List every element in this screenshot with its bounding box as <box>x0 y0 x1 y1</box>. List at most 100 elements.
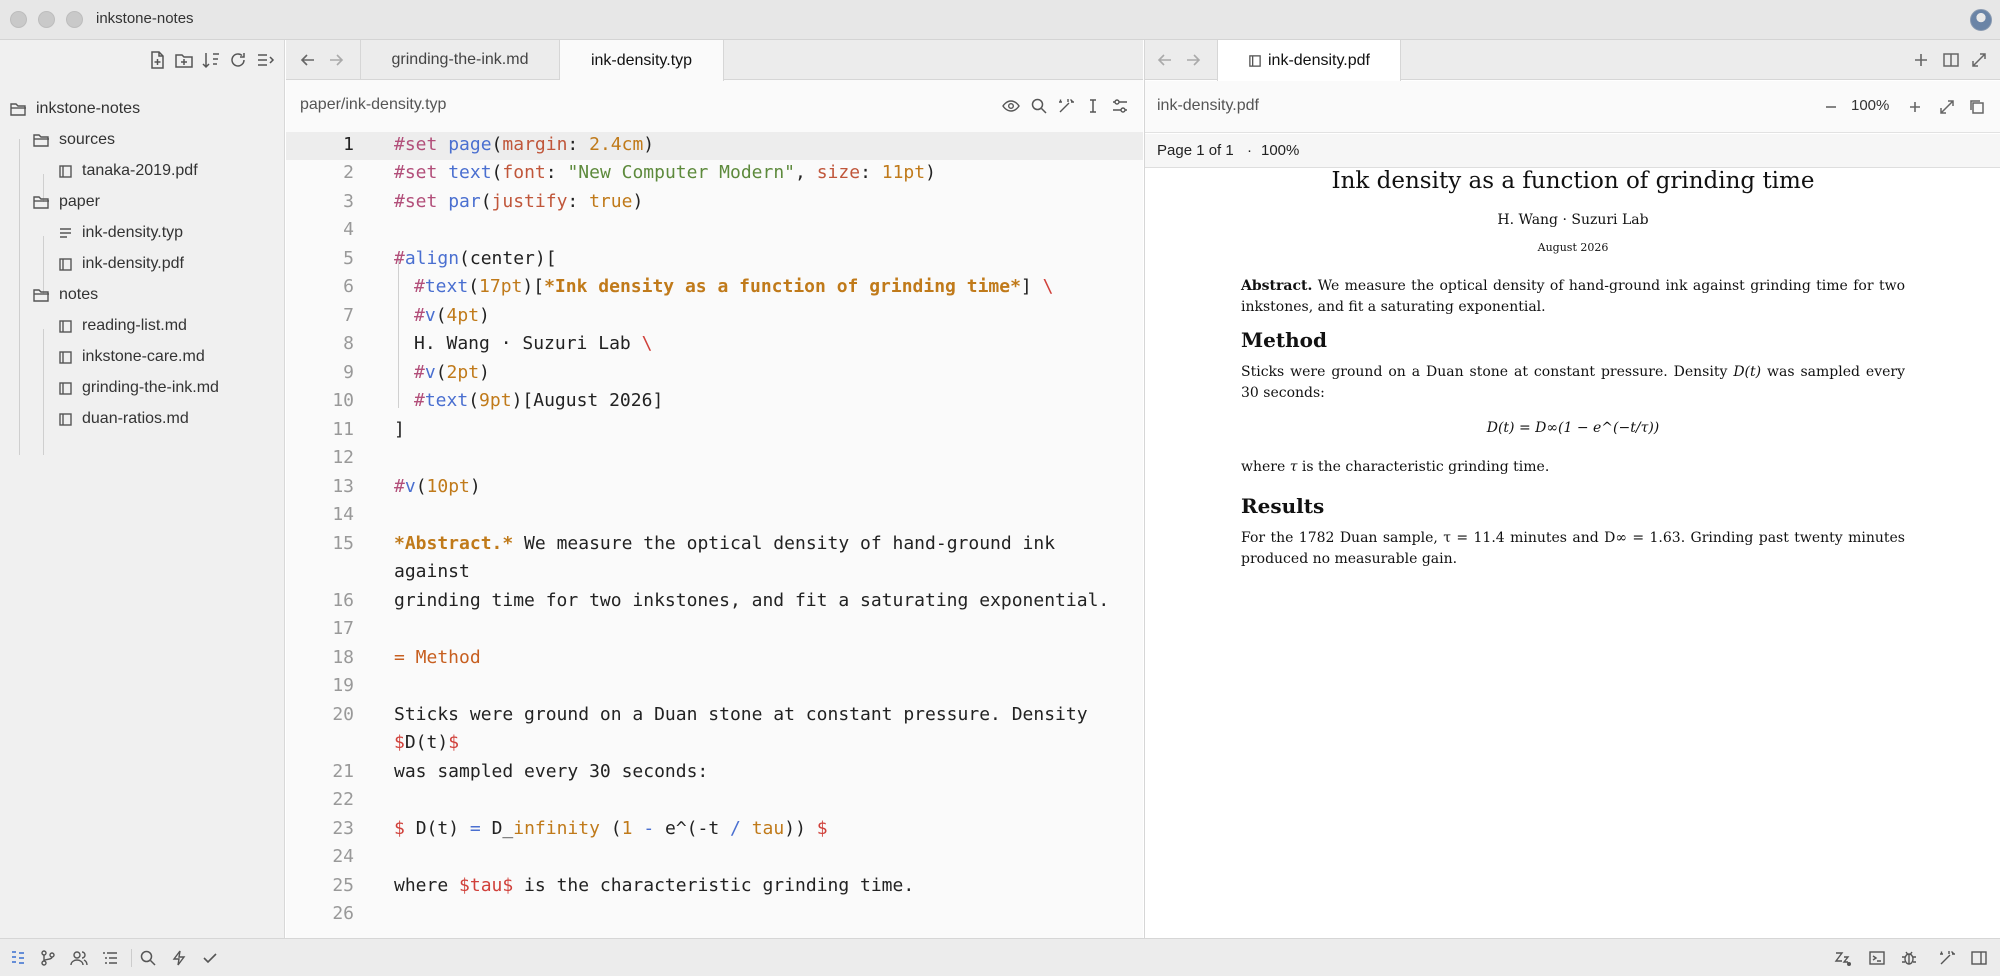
code-area[interactable]: 1 2 3 4 5 6 7 8 9 10 11 12 13 14 15 16 1… <box>286 132 1143 938</box>
sidebar-right-icon[interactable] <box>1970 949 1988 967</box>
tree-guide <box>19 139 20 455</box>
expand-icon[interactable] <box>1969 50 1989 70</box>
arrow-right-icon[interactable] <box>326 50 346 70</box>
code-line: #v(4pt) <box>414 305 490 326</box>
code-line: #v(2pt) <box>414 362 490 383</box>
avatar[interactable] <box>1970 9 1992 31</box>
tree-folder-root[interactable]: inkstone-notes <box>10 95 140 123</box>
collapse-all-icon[interactable] <box>254 49 276 71</box>
page-zoom: 100% <box>1261 142 1300 159</box>
tree-folder-sources[interactable]: sources <box>33 126 115 154</box>
tree-file-tanaka-2019-pdf[interactable]: tanaka-2019.pdf <box>58 157 198 185</box>
folder-open-icon <box>33 134 49 147</box>
tree-file-label: inkstone-care.md <box>82 348 205 365</box>
editor-tab-bar: grinding-the-ink.md ink-density.typ <box>286 40 1143 81</box>
line-number: 24 <box>332 846 354 867</box>
file-path: paper/ink-density.typ <box>300 96 447 113</box>
book-icon <box>59 319 72 333</box>
terminal-icon[interactable] <box>1868 949 1886 967</box>
magic-wand-icon[interactable] <box>1938 949 1956 967</box>
tab-grinding-the-ink-md[interactable]: grinding-the-ink.md <box>360 40 560 80</box>
tree-file-label: ink-density.typ <box>82 224 184 241</box>
tree-folder-notes[interactable]: notes <box>33 281 98 309</box>
line-number: 22 <box>332 789 354 810</box>
minimize-window-button[interactable] <box>38 11 55 28</box>
file-tree-icon[interactable] <box>9 949 27 967</box>
copy-icon[interactable] <box>1967 97 1987 117</box>
users-icon[interactable] <box>70 949 88 967</box>
page-info: Page 1 of 1 <box>1157 142 1234 159</box>
line-number: 21 <box>332 761 354 782</box>
doc-equation: D(t) = D∞(1 − e^(−t/τ)) <box>1486 420 1660 436</box>
sleep-mode-icon[interactable] <box>1834 949 1852 967</box>
plus-icon[interactable] <box>1911 50 1931 70</box>
tab-label: ink-density.typ <box>590 51 693 69</box>
magic-wand-icon[interactable] <box>1057 97 1075 115</box>
code-line: grinding time for two inkstones, and fit… <box>394 590 1110 611</box>
search-icon[interactable] <box>139 949 157 967</box>
tab-label: ink-density.pdf <box>1268 51 1370 69</box>
tree-file-reading-list-md[interactable]: reading-list.md <box>58 312 187 340</box>
code-line: #set text(font: "New Computer Modern", s… <box>394 162 936 183</box>
line-number: 6 <box>343 276 354 297</box>
zoom-out-icon[interactable] <box>1821 97 1841 117</box>
arrow-right-icon[interactable] <box>1183 50 1203 70</box>
line-number: 9 <box>343 362 354 383</box>
new-file-icon[interactable] <box>146 49 168 71</box>
code-line: $ D(t) = D_infinity (1 - e^(-t / tau)) $ <box>394 818 828 839</box>
book-icon <box>1249 54 1261 67</box>
sort-icon[interactable] <box>200 49 222 71</box>
code-line: H. Wang · Suzuri Lab \ <box>414 333 653 354</box>
indent-guide <box>398 258 399 408</box>
tree-folder-paper[interactable]: paper <box>33 188 100 216</box>
check-icon[interactable] <box>201 949 219 967</box>
split-view-icon[interactable] <box>1941 50 1961 70</box>
line-number: 17 <box>332 618 354 639</box>
sliders-icon[interactable] <box>1111 97 1129 115</box>
code-line: #v(10pt) <box>394 476 481 497</box>
outline-icon[interactable] <box>101 949 119 967</box>
search-icon[interactable] <box>1030 97 1048 115</box>
tree-file-label: reading-list.md <box>82 317 187 334</box>
git-branch-icon[interactable] <box>39 949 57 967</box>
arrow-left-icon[interactable] <box>1155 50 1175 70</box>
tree-file-ink-density-pdf[interactable]: ink-density.pdf <box>58 250 184 278</box>
fit-page-icon[interactable] <box>1937 97 1957 117</box>
bug-icon[interactable] <box>1900 949 1918 967</box>
title-bar: inkstone-notes <box>0 0 2000 40</box>
sidebar-toolbar <box>0 40 285 80</box>
lightning-icon[interactable] <box>170 949 188 967</box>
text-cursor-icon[interactable] <box>1084 97 1102 115</box>
preview-tab-bar: ink-density.pdf <box>1145 40 2000 81</box>
code-line: where $tau$ is the characteristic grindi… <box>394 875 915 896</box>
line-number: 2 <box>343 162 354 183</box>
tree-file-duan-ratios-md[interactable]: duan-ratios.md <box>58 405 189 433</box>
arrow-left-icon[interactable] <box>298 50 318 70</box>
code-line: Sticks were ground on a Duan stone at co… <box>394 704 1088 725</box>
tree-file-inkstone-care-md[interactable]: inkstone-care.md <box>58 343 205 371</box>
book-icon <box>59 164 72 178</box>
refresh-icon[interactable] <box>227 49 249 71</box>
line-number: 16 <box>332 590 354 611</box>
folder-open-icon <box>10 103 26 116</box>
zoom-window-button[interactable] <box>66 11 83 28</box>
tree-file-ink-density-typ[interactable]: ink-density.typ <box>58 219 183 247</box>
tab-ink-density-pdf[interactable]: ink-density.pdf <box>1217 40 1401 81</box>
close-window-button[interactable] <box>10 11 27 28</box>
folder-open-icon <box>33 196 49 209</box>
line-number: 19 <box>332 675 354 696</box>
code-line-wrap: $D(t)$ <box>394 732 460 753</box>
status-bar <box>0 938 2000 976</box>
code-line: ] <box>394 419 405 440</box>
line-number: 23 <box>332 818 354 839</box>
zoom-level: 100% <box>1851 97 1890 114</box>
editor-pane: grinding-the-ink.md ink-density.typ pape… <box>286 40 1143 938</box>
file-sidebar: inkstone-notes sources tanaka-2019.pdf p… <box>0 40 285 938</box>
tree-file-grinding-the-ink-md[interactable]: grinding-the-ink.md <box>58 374 219 402</box>
code-line: #set par(justify: true) <box>394 191 644 212</box>
tab-ink-density-typ[interactable]: ink-density.typ <box>560 40 724 81</box>
new-folder-icon[interactable] <box>173 49 195 71</box>
zoom-in-icon[interactable] <box>1905 97 1925 117</box>
eye-icon[interactable] <box>1002 97 1020 115</box>
code-line: #text(17pt)[*Ink density as a function o… <box>414 276 1054 297</box>
